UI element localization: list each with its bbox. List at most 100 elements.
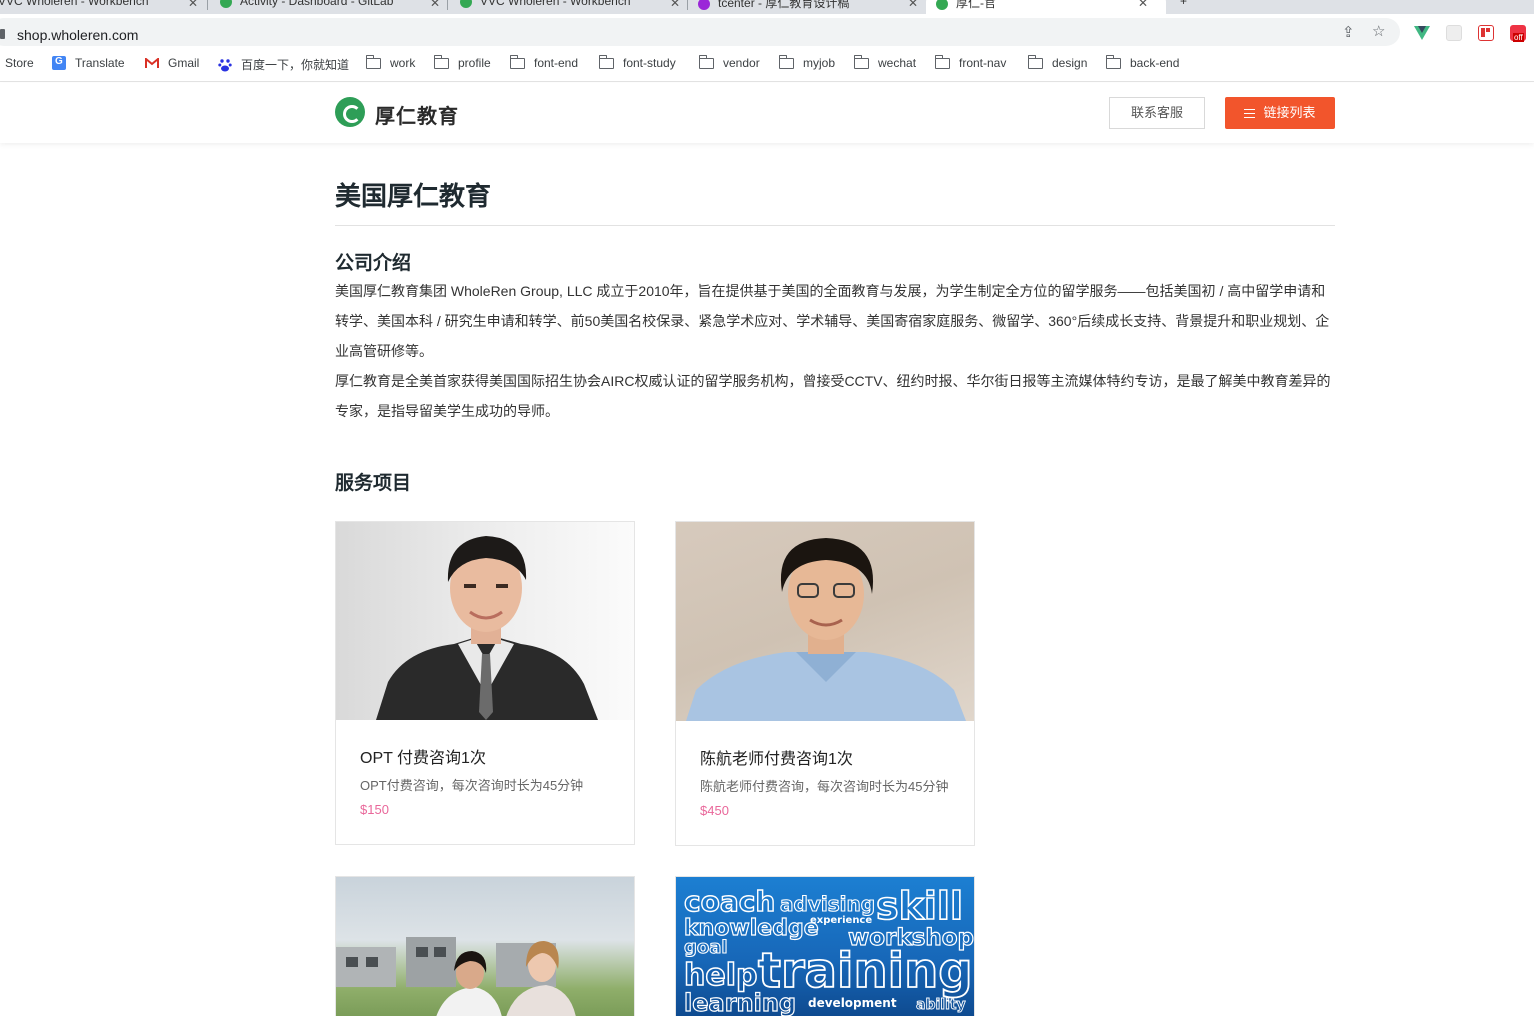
tab-title: tcenter - 厚仁教育设计稿: [718, 0, 850, 10]
bookmark-folder-design[interactable]: design: [1028, 54, 1088, 70]
bookmark-label: design: [1052, 56, 1088, 70]
service-description: OPT付费咨询，每次咨询时长为45分钟: [360, 778, 584, 793]
service-photo: [336, 522, 634, 720]
browser-tab-active[interactable]: 厚仁-官 ✕: [926, 0, 1166, 14]
logo-icon[interactable]: [335, 97, 365, 127]
bookmark-folder-wechat[interactable]: wechat: [854, 54, 916, 70]
address-bar[interactable]: shop.wholeren.com ⇪ ☆: [0, 18, 1400, 46]
folder-icon: [366, 54, 381, 69]
menu-icon: [1244, 109, 1256, 118]
tab-favicon-icon: [936, 0, 948, 10]
bookmark-label: myjob: [803, 56, 836, 70]
bookmark-folder-font-end[interactable]: font-end: [510, 54, 579, 70]
fe-helper-icon[interactable]: [1478, 25, 1494, 41]
bookmark-baidu[interactable]: 百度一下，你就知道: [218, 56, 349, 73]
close-icon[interactable]: ✕: [908, 0, 918, 10]
share-icon[interactable]: ⇪: [1342, 23, 1355, 41]
intro-paragraph: 美国厚仁教育集团 WholeRen Group, LLC 成立于2010年，旨在…: [335, 283, 1330, 359]
bookmark-folder-vendor[interactable]: vendor: [699, 54, 760, 70]
link-list-label: 链接列表: [1263, 105, 1316, 120]
bookmark-translate[interactable]: G Translate: [52, 56, 125, 70]
folder-icon: [1106, 54, 1121, 69]
service-photo: [336, 877, 634, 1016]
browser-tab[interactable]: Activity - Dashboard - GitLab ✕: [220, 0, 440, 14]
bookmark-label: back-end: [1130, 56, 1180, 70]
service-price: $450: [700, 803, 729, 818]
bookmarks-bar: Store G Translate Gmail 百度一下，你就知道 work p…: [0, 50, 1534, 82]
folder-icon: [779, 54, 794, 69]
browser-tab-strip: VVC Wholeren - Workbench ✕ Activity - Da…: [0, 0, 1534, 14]
bookmark-star-icon[interactable]: ☆: [1372, 22, 1385, 40]
service-card[interactable]: coach advising skill knowledge experienc…: [675, 876, 975, 1016]
word-cloud-word: goal: [684, 937, 728, 958]
browser-tab[interactable]: VVC Wholeren - Workbench ✕: [0, 0, 198, 14]
company-intro: 美国厚仁教育集团 WholeRen Group, LLC 成立于2010年，旨在…: [335, 276, 1335, 426]
bookmark-folder-work[interactable]: work: [366, 54, 416, 70]
service-name[interactable]: OPT 付费咨询1次: [360, 744, 486, 768]
bookmark-folder-myjob[interactable]: myjob: [779, 54, 836, 70]
service-card[interactable]: 陈航老师付费咨询1次 陈航老师付费咨询，每次咨询时长为45分钟 $450: [675, 521, 975, 846]
close-icon[interactable]: ✕: [188, 0, 198, 10]
baidu-icon: [218, 58, 232, 72]
tab-separator: [447, 0, 448, 10]
new-tab-button[interactable]: +: [1180, 0, 1200, 14]
contact-support-button[interactable]: 联系客服: [1109, 97, 1205, 129]
link-list-button[interactable]: 链接列表: [1225, 97, 1335, 129]
bookmark-label: 百度一下，你就知道: [241, 58, 350, 72]
tab-title: VVC Wholeren - Workbench: [0, 0, 149, 8]
extension-icon[interactable]: [1446, 25, 1462, 41]
browser-toolbar: shop.wholeren.com ⇪ ☆ off: [0, 14, 1534, 50]
tab-favicon-icon: [698, 0, 710, 10]
service-photo: [676, 522, 974, 721]
lock-icon: [0, 29, 5, 39]
bookmark-label: Translate: [75, 56, 125, 70]
bookmark-store[interactable]: Store: [5, 56, 34, 70]
close-icon[interactable]: ✕: [670, 0, 680, 10]
divider: [335, 225, 1335, 226]
close-icon[interactable]: ✕: [1138, 0, 1148, 10]
folder-icon: [699, 54, 714, 69]
tab-title: 厚仁-官: [956, 0, 996, 10]
url-text[interactable]: shop.wholeren.com: [17, 27, 138, 43]
bookmark-gmail[interactable]: Gmail: [145, 56, 199, 70]
bookmark-label: work: [390, 56, 416, 70]
bookmark-label: Gmail: [168, 56, 200, 70]
close-icon[interactable]: ✕: [430, 0, 440, 10]
folder-icon: [510, 54, 525, 69]
bookmark-label: front-nav: [959, 56, 1007, 70]
tab-separator: [687, 0, 688, 10]
extension-off-icon[interactable]: off: [1510, 25, 1526, 42]
tab-separator: [207, 0, 208, 10]
site-header: 厚仁教育 联系客服 链接列表: [0, 83, 1534, 143]
services-heading: 服务项目: [335, 473, 412, 494]
service-name[interactable]: 陈航老师付费咨询1次: [700, 745, 853, 769]
tab-title: VVC Wholeren - Workbench: [480, 0, 631, 8]
folder-icon: [434, 54, 449, 69]
browser-tab[interactable]: tcenter - 厚仁教育设计稿 ✕: [698, 0, 918, 14]
vue-devtools-icon[interactable]: [1414, 25, 1430, 41]
tab-favicon-icon: [460, 0, 472, 8]
service-card[interactable]: OPT 付费咨询1次 OPT付费咨询，每次咨询时长为45分钟 $150: [335, 521, 635, 845]
browser-tab[interactable]: VVC Wholeren - Workbench ✕: [460, 0, 680, 14]
logo-text[interactable]: 厚仁教育: [375, 100, 459, 129]
bookmark-folder-front-nav[interactable]: front-nav: [935, 54, 1007, 70]
folder-icon: [935, 54, 950, 69]
bookmark-folder-profile[interactable]: profile: [434, 54, 491, 70]
folder-icon: [1028, 54, 1043, 69]
bookmark-label: vendor: [723, 56, 760, 70]
bookmark-label: profile: [458, 56, 491, 70]
bookmark-folder-font-study[interactable]: font-study: [599, 54, 676, 70]
word-cloud-word: ability: [916, 997, 966, 1013]
bookmark-folder-back-end[interactable]: back-end: [1106, 54, 1180, 70]
extension-badge: off: [1513, 33, 1524, 42]
folder-icon: [599, 54, 614, 69]
service-card[interactable]: [335, 876, 635, 1016]
page-title: 美国厚仁教育: [335, 181, 492, 211]
bookmark-label: Store: [5, 56, 34, 70]
service-price: $150: [360, 802, 389, 817]
word-cloud-word: development: [808, 996, 897, 1010]
word-cloud-word: learning: [684, 989, 796, 1016]
tab-title: Activity - Dashboard - GitLab: [240, 0, 394, 8]
bookmark-label: font-end: [534, 56, 579, 70]
service-description: 陈航老师付费咨询，每次咨询时长为45分钟: [700, 779, 949, 794]
